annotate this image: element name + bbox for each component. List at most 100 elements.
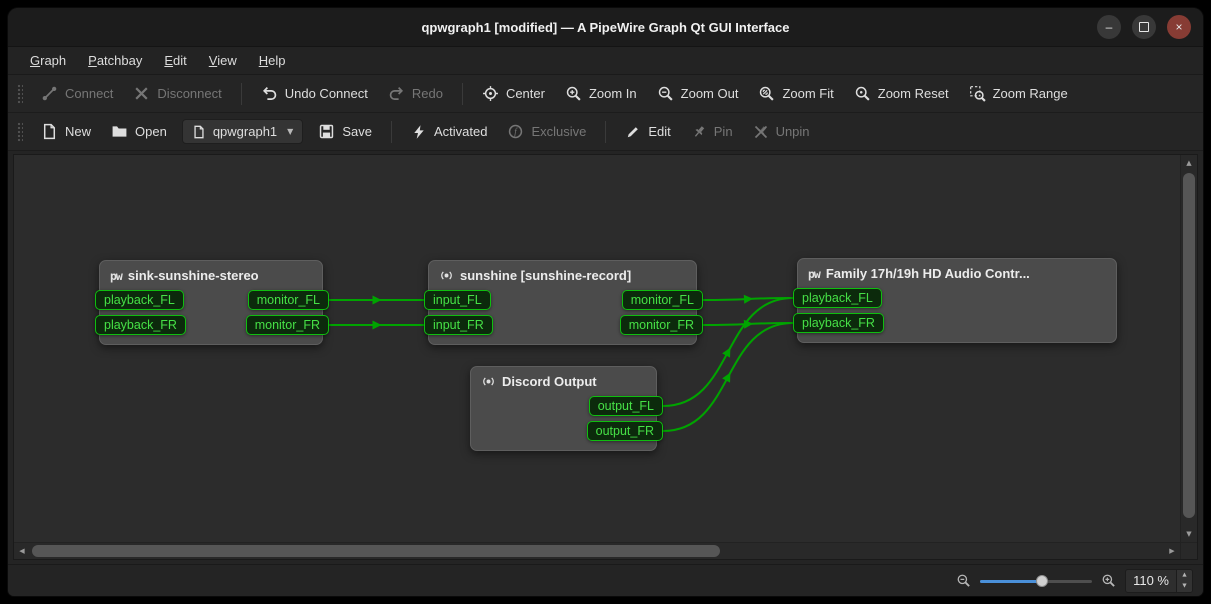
node-sunshine[interactable]: sunshine [sunshine-record] input_FL inpu… — [428, 260, 697, 345]
zoom-fit-label: Zoom Fit — [782, 86, 833, 101]
port-playback-fl[interactable]: playback_FL — [95, 290, 184, 310]
node-title: Family 17h/19h HD Audio Contr... — [826, 266, 1030, 281]
zoom-out-label: Zoom Out — [681, 86, 739, 101]
pin-icon — [691, 124, 707, 140]
zoom-in-button[interactable]: Zoom In — [556, 80, 646, 107]
undo-connect-button[interactable]: Undo Connect — [252, 80, 377, 107]
title-bar[interactable]: qpwgraph1 [modified] — A PipeWire Graph … — [8, 8, 1203, 47]
node-discord-output[interactable]: Discord Output output_FL output_FR — [470, 366, 657, 451]
activated-lightning-icon — [411, 124, 427, 140]
scroll-down-icon[interactable]: ▼ — [1181, 526, 1197, 542]
patchbay-selector[interactable]: qpwgraph1 ▼ — [182, 119, 303, 144]
redo-button[interactable]: Redo — [379, 80, 452, 107]
node-sink-sunshine-stereo[interactable]: pw sink-sunshine-stereo playback_FL play… — [99, 260, 323, 345]
canvas-frame: pw sink-sunshine-stereo playback_FL play… — [13, 154, 1198, 560]
record-icon — [439, 268, 454, 283]
scroll-right-icon[interactable]: ▶ — [1164, 543, 1180, 559]
port-monitor-fl[interactable]: monitor_FL — [248, 290, 329, 310]
vertical-scrollbar[interactable]: ▲ ▼ — [1180, 155, 1197, 542]
spin-down-icon[interactable]: ▼ — [1177, 581, 1192, 592]
node-header: sunshine [sunshine-record] — [429, 261, 696, 286]
center-button[interactable]: Center — [473, 80, 554, 107]
menu-edit[interactable]: Edit — [154, 50, 196, 71]
exclusive-button[interactable]: f Exclusive — [498, 118, 595, 145]
port-output-fr[interactable]: output_FR — [587, 421, 663, 441]
zoom-out-icon — [956, 573, 971, 588]
undo-icon — [261, 85, 278, 102]
port-playback-fr[interactable]: playback_FR — [793, 313, 884, 333]
pin-button[interactable]: Pin — [682, 119, 742, 145]
zoom-reset-label: Zoom Reset — [878, 86, 949, 101]
port-monitor-fr[interactable]: monitor_FR — [246, 315, 329, 335]
toolbar-handle[interactable] — [17, 84, 23, 104]
redo-label: Redo — [412, 86, 443, 101]
zoom-slider[interactable] — [980, 573, 1092, 589]
connect-label: Connect — [65, 86, 113, 101]
menu-patchbay[interactable]: Patchbay — [78, 50, 152, 71]
zoom-reset-icon — [854, 85, 871, 102]
maximize-button[interactable] — [1132, 15, 1156, 39]
save-icon — [318, 123, 335, 140]
vertical-scroll-thumb[interactable] — [1183, 173, 1195, 518]
graph-canvas[interactable]: pw sink-sunshine-stereo playback_FL play… — [14, 155, 1180, 542]
zoom-slider-fill — [980, 580, 1042, 583]
node-header: pw Family 17h/19h HD Audio Contr... — [798, 259, 1116, 284]
port-monitor-fr[interactable]: monitor_FR — [620, 315, 703, 335]
port-input-fl[interactable]: input_FL — [424, 290, 491, 310]
toolbar-handle[interactable] — [17, 122, 23, 142]
exclusive-icon: f — [507, 123, 524, 140]
new-button[interactable]: New — [32, 118, 100, 145]
horizontal-scroll-track[interactable] — [30, 543, 1164, 559]
activated-label: Activated — [434, 124, 487, 139]
disconnect-button[interactable]: Disconnect — [124, 80, 230, 107]
zoom-fit-icon — [758, 85, 775, 102]
zoom-out-button[interactable] — [956, 573, 971, 588]
status-bar: 110 % ▲ ▼ — [8, 564, 1203, 596]
window-title: qpwgraph1 [modified] — A PipeWire Graph … — [421, 20, 789, 35]
horizontal-scrollbar[interactable]: ◀ ▶ — [14, 543, 1180, 559]
activated-button[interactable]: Activated — [402, 119, 496, 145]
menu-view[interactable]: View — [199, 50, 247, 71]
zoom-fit-button[interactable]: Zoom Fit — [749, 80, 842, 107]
port-monitor-fl[interactable]: monitor_FL — [622, 290, 703, 310]
port-playback-fl[interactable]: playback_FL — [793, 288, 882, 308]
zoom-in-button[interactable] — [1101, 573, 1116, 588]
zoom-reset-button[interactable]: Zoom Reset — [845, 80, 958, 107]
patchbay-toolbar: New Open qpwgraph1 ▼ Save Activated f Ex… — [8, 113, 1203, 151]
minimize-button[interactable]: – — [1097, 15, 1121, 39]
scroll-up-icon[interactable]: ▲ — [1181, 155, 1197, 171]
menu-help[interactable]: Help — [249, 50, 296, 71]
open-folder-icon — [111, 123, 128, 140]
zoom-range-button[interactable]: Zoom Range — [960, 80, 1077, 107]
port-output-fl[interactable]: output_FL — [589, 396, 663, 416]
zoom-spinbox[interactable]: 110 % ▲ ▼ — [1125, 569, 1193, 593]
graph-toolbar: Connect Disconnect Undo Connect Redo Cen… — [8, 75, 1203, 113]
zoom-in-label: Zoom In — [589, 86, 637, 101]
exclusive-label: Exclusive — [531, 124, 586, 139]
port-playback-fr[interactable]: playback_FR — [95, 315, 186, 335]
vertical-scroll-track[interactable] — [1181, 171, 1197, 526]
connect-button[interactable]: Connect — [32, 80, 122, 107]
disconnect-icon — [133, 85, 150, 102]
node-header: pw sink-sunshine-stereo — [100, 261, 322, 286]
zoom-in-icon — [1101, 573, 1116, 588]
node-family-audio-controller[interactable]: pw Family 17h/19h HD Audio Contr... play… — [797, 258, 1117, 343]
unpin-icon — [753, 124, 769, 140]
center-label: Center — [506, 86, 545, 101]
save-button[interactable]: Save — [309, 118, 381, 145]
edit-label: Edit — [648, 124, 670, 139]
edit-button[interactable]: Edit — [616, 119, 679, 145]
menu-graph[interactable]: Graph — [20, 50, 76, 71]
zoom-range-icon — [969, 85, 986, 102]
zoom-slider-handle[interactable] — [1036, 575, 1048, 587]
scroll-left-icon[interactable]: ◀ — [14, 543, 30, 559]
zoom-spinbox-value[interactable]: 110 % — [1126, 570, 1176, 592]
port-input-fr[interactable]: input_FR — [424, 315, 493, 335]
spin-up-icon[interactable]: ▲ — [1177, 570, 1192, 581]
open-button[interactable]: Open — [102, 118, 176, 145]
horizontal-scroll-thumb[interactable] — [32, 545, 720, 557]
zoom-out-button[interactable]: Zoom Out — [648, 80, 748, 107]
unpin-button[interactable]: Unpin — [744, 119, 819, 145]
unpin-label: Unpin — [776, 124, 810, 139]
close-button[interactable]: × — [1167, 15, 1191, 39]
